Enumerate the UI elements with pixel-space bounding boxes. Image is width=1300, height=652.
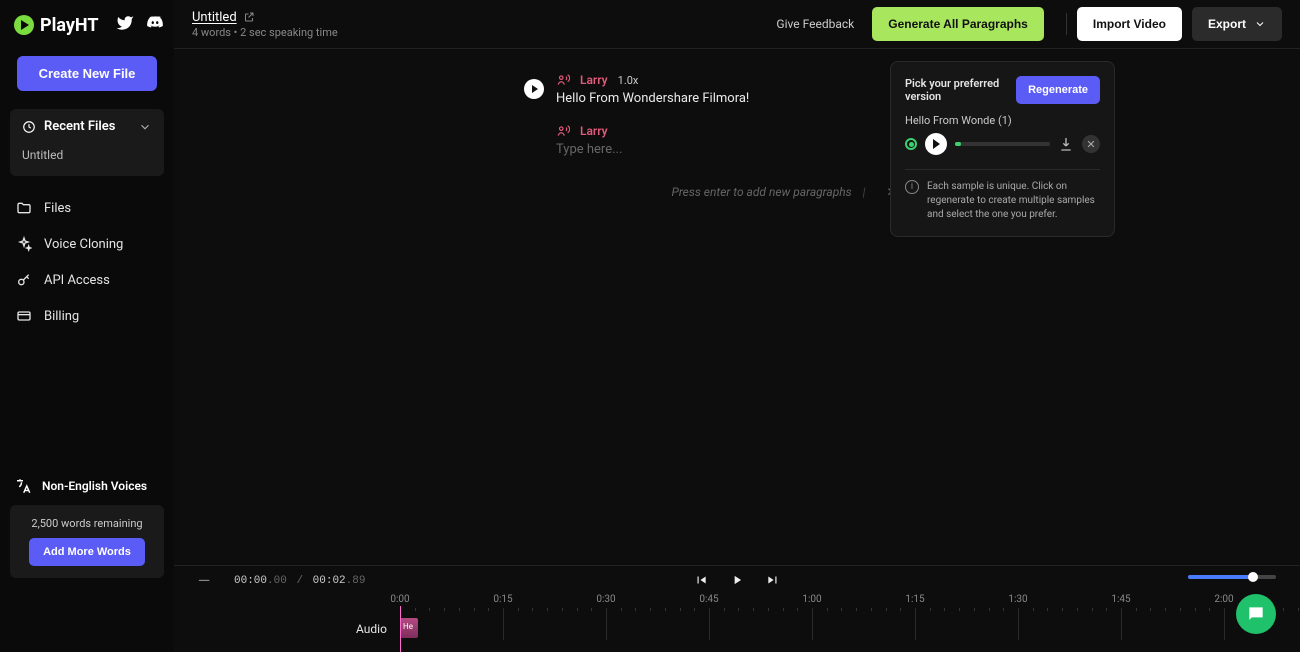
play-icon <box>14 15 34 35</box>
recent-files-section: Recent Files Untitled <box>10 109 164 176</box>
key-icon <box>16 272 32 288</box>
generate-all-button[interactable]: Generate All Paragraphs <box>872 7 1044 41</box>
recent-files-label: Recent Files <box>44 119 115 134</box>
sidebar: PlayHT Create New File Recent Files Unti… <box>0 0 174 652</box>
chat-icon <box>1246 604 1266 624</box>
document-title[interactable]: Untitled <box>192 10 237 25</box>
divider <box>1066 13 1067 35</box>
brand-logo[interactable]: PlayHT <box>14 15 99 36</box>
timeline-ruler[interactable]: 0:000:150:300:451:001:151:301:452:002:15… <box>356 594 1300 612</box>
sample-progress[interactable] <box>955 142 1050 146</box>
give-feedback-link[interactable]: Give Feedback <box>776 17 854 31</box>
discord-icon[interactable] <box>146 14 164 36</box>
player: — 00:00.00 / 00:02.89 0:000:150:300:451:… <box>174 565 1300 652</box>
twitter-icon[interactable] <box>116 14 134 36</box>
speaker-name[interactable]: Larry <box>580 73 608 87</box>
sample-select-radio[interactable] <box>905 138 917 150</box>
transport-controls <box>694 573 780 587</box>
document-subtitle: 4 words • 2 sec speaking time <box>192 26 338 39</box>
sample-title: Hello From Wonde (1) <box>905 114 1100 127</box>
sidebar-item-billing[interactable]: Billing <box>10 298 164 334</box>
speaker-icon <box>556 124 570 138</box>
external-link-icon[interactable] <box>243 11 255 23</box>
clock-icon <box>22 120 36 134</box>
info-icon: i <box>905 180 919 194</box>
sidebar-item-label: Billing <box>44 309 79 324</box>
topbar: Untitled 4 words • 2 sec speaking time G… <box>174 0 1300 49</box>
sidebar-item-voice-cloning[interactable]: Voice Cloning <box>10 226 164 262</box>
sidebar-item-files[interactable]: Files <box>10 190 164 226</box>
regenerate-button[interactable]: Regenerate <box>1016 76 1100 104</box>
speaker-name[interactable]: Larry <box>580 124 608 138</box>
non-english-voices[interactable]: Non-English Voices <box>10 467 164 505</box>
play-icon <box>933 139 940 149</box>
download-icon[interactable] <box>1058 136 1074 152</box>
add-more-words-button[interactable]: Add More Words <box>29 538 145 566</box>
audio-clip[interactable]: He <box>400 618 418 638</box>
collapse-player-button[interactable]: — <box>174 573 234 589</box>
recent-file-item[interactable]: Untitled <box>22 144 152 166</box>
chat-bubble-button[interactable] <box>1236 594 1276 634</box>
export-button[interactable]: Export <box>1192 7 1282 41</box>
next-icon[interactable] <box>766 573 780 587</box>
card-icon <box>16 308 32 324</box>
sidebar-item-label: Files <box>44 201 71 216</box>
play-icon[interactable] <box>730 573 744 587</box>
play-sample-button[interactable] <box>925 133 947 155</box>
play-icon <box>532 85 538 93</box>
prev-icon[interactable] <box>694 573 708 587</box>
playhead[interactable] <box>400 606 401 652</box>
track-label: Audio <box>356 622 387 636</box>
export-label: Export <box>1208 17 1246 31</box>
non-english-label: Non-English Voices <box>42 479 147 493</box>
info-text: Each sample is unique. Click on regenera… <box>927 180 1100 222</box>
main: Untitled 4 words • 2 sec speaking time G… <box>174 0 1300 652</box>
sidebar-item-label: Voice Cloning <box>44 237 123 252</box>
sidebar-item-label: API Access <box>44 273 110 288</box>
chevron-down-icon <box>138 120 152 134</box>
folder-icon <box>16 200 32 216</box>
words-remaining: 2,500 words remaining <box>20 517 154 530</box>
chevron-down-icon <box>1254 18 1266 30</box>
speaker-icon <box>556 73 570 87</box>
translate-icon <box>14 477 32 495</box>
sparkle-icon <box>16 236 32 252</box>
import-video-button[interactable]: Import Video <box>1077 7 1182 41</box>
recent-files-header[interactable]: Recent Files <box>22 119 152 134</box>
volume-slider[interactable] <box>1188 575 1276 579</box>
versions-panel: Pick your preferred version Regenerate H… <box>890 61 1115 237</box>
audio-track[interactable]: He <box>400 618 418 638</box>
sample-row: ✕ <box>905 133 1100 155</box>
time-display: 00:00.00 / 00:02.89 <box>234 575 365 587</box>
words-remaining-box: 2,500 words remaining Add More Words <box>10 505 164 578</box>
delete-sample-button[interactable]: ✕ <box>1082 135 1100 153</box>
brand-name: PlayHT <box>40 15 99 36</box>
play-paragraph-button[interactable] <box>524 79 544 99</box>
speed-badge[interactable]: 1.0x <box>618 74 639 87</box>
create-new-file-button[interactable]: Create New File <box>17 56 157 91</box>
panel-title: Pick your preferred version <box>905 77 1016 103</box>
sidebar-item-api-access[interactable]: API Access <box>10 262 164 298</box>
